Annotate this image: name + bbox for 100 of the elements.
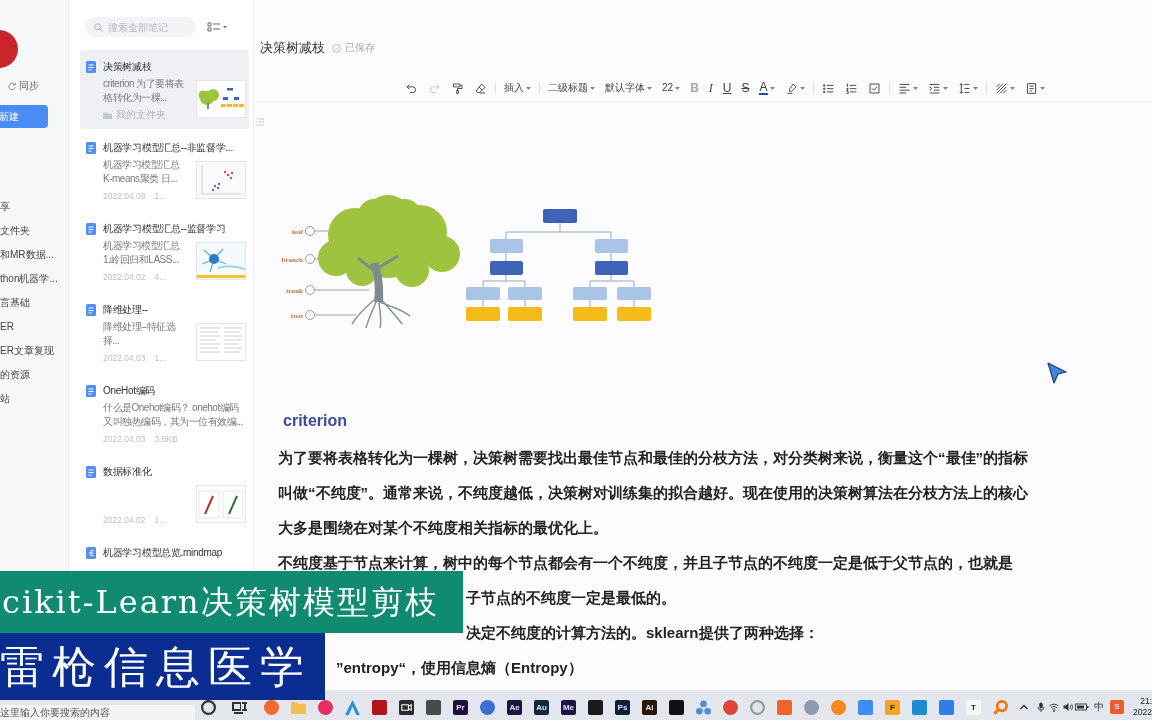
flowchart-node bbox=[508, 307, 542, 321]
note-snippet: 机器学习模型汇总 K-means聚类 日... bbox=[103, 158, 181, 186]
document-page-drawing bbox=[195, 323, 247, 361]
leader-line bbox=[305, 310, 357, 320]
note-item[interactable]: 机器学习模型汇总--非监督学... 机器学习模型汇总 K-means聚类 日... 2022.04.08 1... bbox=[80, 131, 249, 210]
app-icon[interactable] bbox=[426, 699, 441, 715]
app-icon[interactable] bbox=[318, 699, 333, 715]
caret-icon[interactable] bbox=[942, 86, 948, 90]
caret-icon[interactable] bbox=[1009, 86, 1015, 90]
chevron-up-icon[interactable] bbox=[1019, 702, 1029, 712]
caret-icon[interactable] bbox=[1039, 86, 1045, 90]
note-item[interactable]: 机器学习模型总览.mindmap bbox=[80, 536, 249, 563]
folder-icon bbox=[103, 111, 112, 119]
note-item[interactable]: OneHot编码 什么是Onehot编码？ onehot编码又叫独热编码，其为一位有效编... 2022.04.03 3.6KB bbox=[80, 374, 249, 453]
toolbar-dropdown[interactable]: 二级标题 bbox=[548, 80, 595, 96]
taskbar-search-field[interactable]: 这里输入你要搜索的内容 bbox=[0, 705, 195, 720]
speaker-icon[interactable] bbox=[1062, 702, 1073, 712]
font-color-button[interactable]: A bbox=[759, 80, 768, 96]
hatch-lines-icon[interactable] bbox=[994, 81, 1008, 95]
note-item[interactable]: 降维处理-- 降维处理--特征选择... 2022.04.03 1... bbox=[80, 293, 249, 372]
input-method-button[interactable]: 中 bbox=[1094, 701, 1104, 713]
document-icon bbox=[86, 304, 96, 316]
underline-button[interactable]: U bbox=[722, 80, 732, 96]
search-icon bbox=[94, 22, 103, 32]
indent-icon[interactable] bbox=[927, 81, 941, 95]
app-button[interactable]: Ps bbox=[615, 699, 630, 715]
app-button[interactable]: Au bbox=[534, 699, 549, 715]
note-date: 2022.04.03 bbox=[103, 352, 146, 364]
note-item[interactable]: 数据标准化 2022.04.02 1... bbox=[80, 455, 249, 534]
toolbar-dropdown[interactable]: 默认字体 bbox=[605, 80, 652, 96]
flowchart-node bbox=[508, 287, 542, 300]
eraser-icon[interactable] bbox=[474, 81, 487, 95]
highlighter-icon[interactable] bbox=[784, 81, 798, 95]
flowchart-node bbox=[573, 307, 607, 321]
document-icon[interactable] bbox=[1024, 81, 1038, 95]
line-spacing-icon[interactable] bbox=[957, 81, 971, 95]
numbered-list-icon[interactable] bbox=[844, 81, 858, 95]
sidebar-item[interactable]: 的资源 bbox=[0, 363, 30, 387]
strikethrough-button[interactable]: S bbox=[741, 80, 750, 96]
sidebar-item[interactable]: 享 bbox=[0, 195, 10, 219]
cursor-icon bbox=[1047, 362, 1067, 384]
battery-icon[interactable] bbox=[1075, 702, 1089, 712]
folder-icon[interactable] bbox=[291, 699, 306, 715]
align-left-icon[interactable] bbox=[897, 81, 911, 95]
flowchart-node bbox=[617, 287, 651, 300]
caret-icon[interactable] bbox=[972, 86, 978, 90]
sync-button[interactable]: 同步 bbox=[8, 80, 39, 92]
caret-icon[interactable] bbox=[912, 86, 918, 90]
app-button[interactable]: F bbox=[885, 699, 900, 715]
ring-icon[interactable] bbox=[201, 699, 216, 715]
sidebar-item[interactable]: 站 bbox=[0, 387, 10, 411]
document-icon bbox=[86, 466, 96, 478]
wifi-icon[interactable] bbox=[1049, 702, 1059, 712]
toolbar-dropdown[interactable]: 22 bbox=[662, 80, 681, 96]
camera-icon[interactable] bbox=[399, 699, 414, 715]
app-button[interactable]: Ae bbox=[507, 699, 522, 715]
connector-line bbox=[589, 274, 635, 288]
connector-line bbox=[589, 299, 591, 308]
note-snippet: criterion 为了要将表格转化为一棵... bbox=[103, 77, 185, 105]
nodes-icon[interactable] bbox=[696, 699, 711, 715]
caret-icon bbox=[675, 86, 681, 90]
sidebar-item[interactable]: ER文章复现 bbox=[0, 339, 54, 363]
clock-time: 21: bbox=[1140, 696, 1152, 707]
connector-line bbox=[482, 299, 484, 308]
caret-icon[interactable] bbox=[799, 86, 805, 90]
undo-icon[interactable] bbox=[405, 81, 418, 95]
leader-line bbox=[305, 285, 370, 295]
note-size: 3.6KB bbox=[154, 433, 178, 445]
app-icon[interactable] bbox=[669, 699, 684, 715]
sidebar-item[interactable]: thon机器学... bbox=[0, 267, 58, 291]
caret-icon[interactable] bbox=[769, 86, 775, 90]
task-view-icon[interactable] bbox=[232, 699, 247, 715]
sidebar-item[interactable]: 文件夹 bbox=[0, 219, 30, 243]
note-item[interactable]: 机器学习模型汇总--监督学习 机器学习模型汇总 1.岭回归和LASS... 2022.04.02 4... bbox=[80, 212, 249, 291]
flowchart-node bbox=[466, 307, 500, 321]
note-title: 机器学习模型汇总--非监督学... bbox=[103, 141, 233, 155]
sidebar-item[interactable]: ER bbox=[0, 315, 14, 339]
microphone-icon[interactable] bbox=[1035, 702, 1046, 712]
app-button[interactable]: Ai bbox=[642, 699, 657, 715]
caret-icon bbox=[590, 86, 595, 90]
italic-button[interactable]: I bbox=[708, 80, 713, 96]
app-icon[interactable] bbox=[588, 699, 603, 715]
bullet-list-icon[interactable] bbox=[821, 81, 835, 95]
app-icon[interactable] bbox=[264, 699, 279, 715]
checkbox-icon[interactable] bbox=[867, 81, 881, 95]
note-title: OneHot编码 bbox=[103, 384, 156, 398]
refresh-icon bbox=[8, 82, 16, 90]
app-button[interactable]: T bbox=[966, 699, 981, 715]
connector-line bbox=[633, 299, 635, 308]
triangle-logo-icon[interactable] bbox=[345, 699, 360, 715]
toolbar-dropdown[interactable]: 插入 bbox=[504, 80, 531, 96]
app-button[interactable]: Me bbox=[561, 699, 576, 715]
note-item[interactable]: 决策树减枝 criterion 为了要将表格转化为一棵... 我的文件夹 bbox=[80, 50, 249, 129]
sidebar-item[interactable]: 和MR数据... bbox=[0, 243, 54, 267]
paint-roller-icon[interactable] bbox=[451, 81, 464, 95]
app-button[interactable]: Pr bbox=[453, 699, 468, 715]
note-title: 机器学习模型总览.mindmap bbox=[103, 546, 223, 560]
flowchart-node bbox=[490, 239, 523, 253]
list-view-icon[interactable] bbox=[207, 22, 227, 32]
sidebar-item[interactable]: 言基础 bbox=[0, 291, 30, 315]
